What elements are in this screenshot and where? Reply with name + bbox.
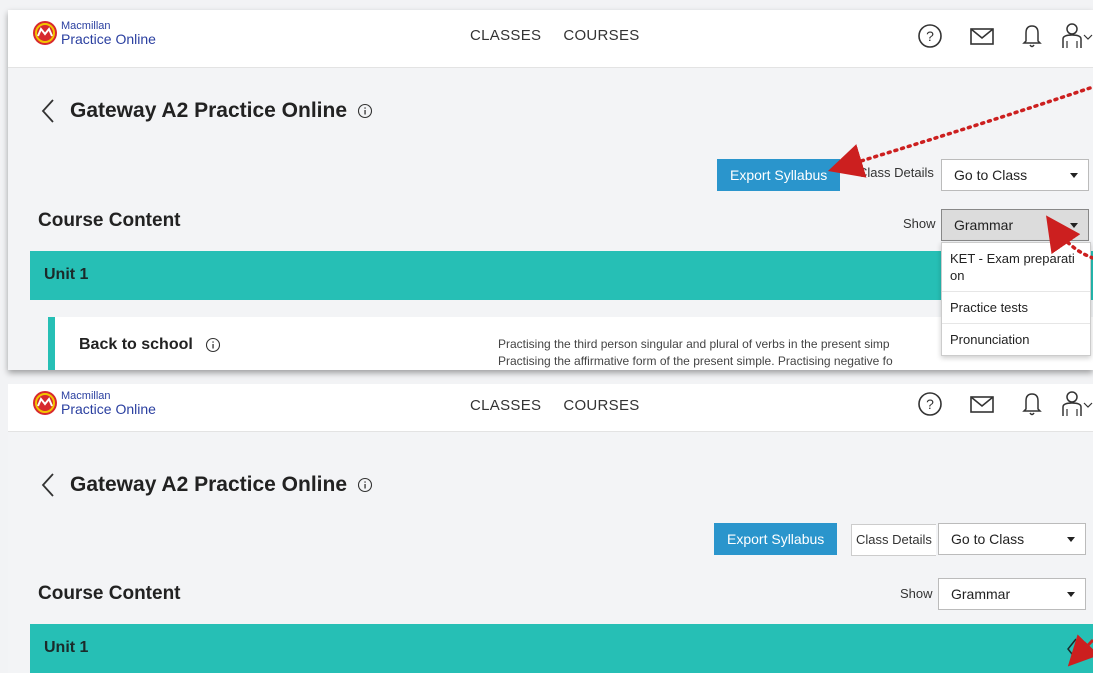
expand-chevron-icon[interactable] bbox=[1065, 637, 1079, 666]
go-to-class-select[interactable]: Go to Class bbox=[941, 159, 1089, 191]
brand-line2: Practice Online bbox=[61, 400, 156, 417]
bell-icon[interactable] bbox=[1021, 391, 1043, 417]
caret-down-icon bbox=[1070, 223, 1078, 228]
show-filter-select[interactable]: Grammar bbox=[938, 578, 1086, 610]
brand-line1: Macmillan bbox=[61, 19, 111, 32]
user-icon[interactable] bbox=[1061, 22, 1093, 50]
caret-down-icon bbox=[1067, 592, 1075, 597]
show-filter-select[interactable]: Grammar bbox=[941, 209, 1089, 241]
nav-classes-link[interactable]: CLASSES bbox=[470, 27, 541, 44]
class-details-label: Class Details bbox=[858, 165, 934, 180]
show-label: Show bbox=[900, 586, 933, 601]
mail-icon[interactable] bbox=[969, 393, 995, 415]
dropdown-option-pronunciation[interactable]: Pronunciation bbox=[942, 324, 1090, 355]
lesson-description: Practising the third person singular and… bbox=[498, 336, 958, 370]
caret-down-icon bbox=[1070, 173, 1078, 178]
lesson-row[interactable]: Back to school Practising the third pers… bbox=[48, 317, 1093, 370]
show-filter-value: Grammar bbox=[951, 586, 1011, 602]
help-circle-icon[interactable]: ? bbox=[917, 391, 943, 417]
course-content-heading: Course Content bbox=[38, 583, 181, 604]
course-title: Gateway A2 Practice Online bbox=[70, 99, 348, 122]
brand-line2: Practice Online bbox=[61, 30, 156, 47]
show-label: Show bbox=[903, 216, 936, 231]
go-to-class-value: Go to Class bbox=[951, 531, 1025, 547]
class-details-label: Class Details bbox=[851, 524, 936, 556]
go-to-class-value: Go to Class bbox=[954, 167, 1028, 183]
nav-classes-link[interactable]: CLASSES bbox=[470, 397, 541, 414]
macmillan-logo-icon bbox=[33, 21, 57, 45]
brand-logo[interactable]: Macmillan Practice Online bbox=[32, 20, 156, 46]
course-title: Gateway A2 Practice Online bbox=[70, 473, 348, 496]
nav-courses-link[interactable]: COURSES bbox=[563, 397, 639, 414]
caret-down-icon bbox=[1067, 537, 1075, 542]
go-to-class-select[interactable]: Go to Class bbox=[938, 523, 1086, 555]
bell-icon[interactable] bbox=[1021, 23, 1043, 49]
top-navbar: Macmillan Practice Online CLASSES COURSE… bbox=[8, 384, 1093, 432]
back-chevron-icon[interactable] bbox=[40, 98, 56, 124]
lesson-title: Back to school bbox=[79, 336, 193, 353]
unit-title: Unit 1 bbox=[44, 639, 89, 656]
back-chevron-icon[interactable] bbox=[40, 472, 56, 498]
mail-icon[interactable] bbox=[969, 25, 995, 47]
unit-header[interactable]: Unit 1 bbox=[30, 251, 1093, 300]
svg-text:?: ? bbox=[926, 396, 934, 412]
top-navbar: Macmillan Practice Online CLASSES COURSE… bbox=[8, 10, 1093, 68]
export-syllabus-button[interactable]: Export Syllabus bbox=[717, 159, 841, 191]
info-icon[interactable] bbox=[357, 103, 373, 119]
help-circle-icon[interactable]: ? bbox=[917, 23, 943, 49]
export-syllabus-button[interactable]: Export Syllabus bbox=[714, 523, 838, 555]
screenshot-bottom: Macmillan Practice Online CLASSES COURSE… bbox=[8, 384, 1093, 673]
course-content-heading: Course Content bbox=[38, 210, 181, 231]
nav-courses-link[interactable]: COURSES bbox=[563, 27, 639, 44]
unit-title: Unit 1 bbox=[44, 266, 89, 283]
show-filter-dropdown: KET - Exam preparati on Practice tests P… bbox=[941, 242, 1091, 356]
info-icon[interactable] bbox=[205, 337, 221, 353]
macmillan-logo-icon bbox=[33, 391, 57, 415]
unit-header[interactable]: Unit 1 bbox=[30, 624, 1093, 673]
dropdown-option-ket[interactable]: KET - Exam preparati on bbox=[942, 243, 1090, 292]
show-filter-value: Grammar bbox=[954, 217, 1014, 233]
svg-text:?: ? bbox=[926, 28, 934, 44]
dropdown-option-practice-tests[interactable]: Practice tests bbox=[942, 292, 1090, 324]
user-icon[interactable] bbox=[1061, 390, 1093, 418]
brand-logo[interactable]: Macmillan Practice Online bbox=[32, 390, 156, 416]
lesson-desc-line1: Practising the third person singular and… bbox=[498, 337, 890, 351]
lesson-desc-line2: Practising the affirmative form of the p… bbox=[498, 354, 893, 368]
screenshot-top: Macmillan Practice Online CLASSES COURSE… bbox=[8, 10, 1093, 370]
brand-line1: Macmillan bbox=[61, 389, 111, 402]
info-icon[interactable] bbox=[357, 477, 373, 493]
